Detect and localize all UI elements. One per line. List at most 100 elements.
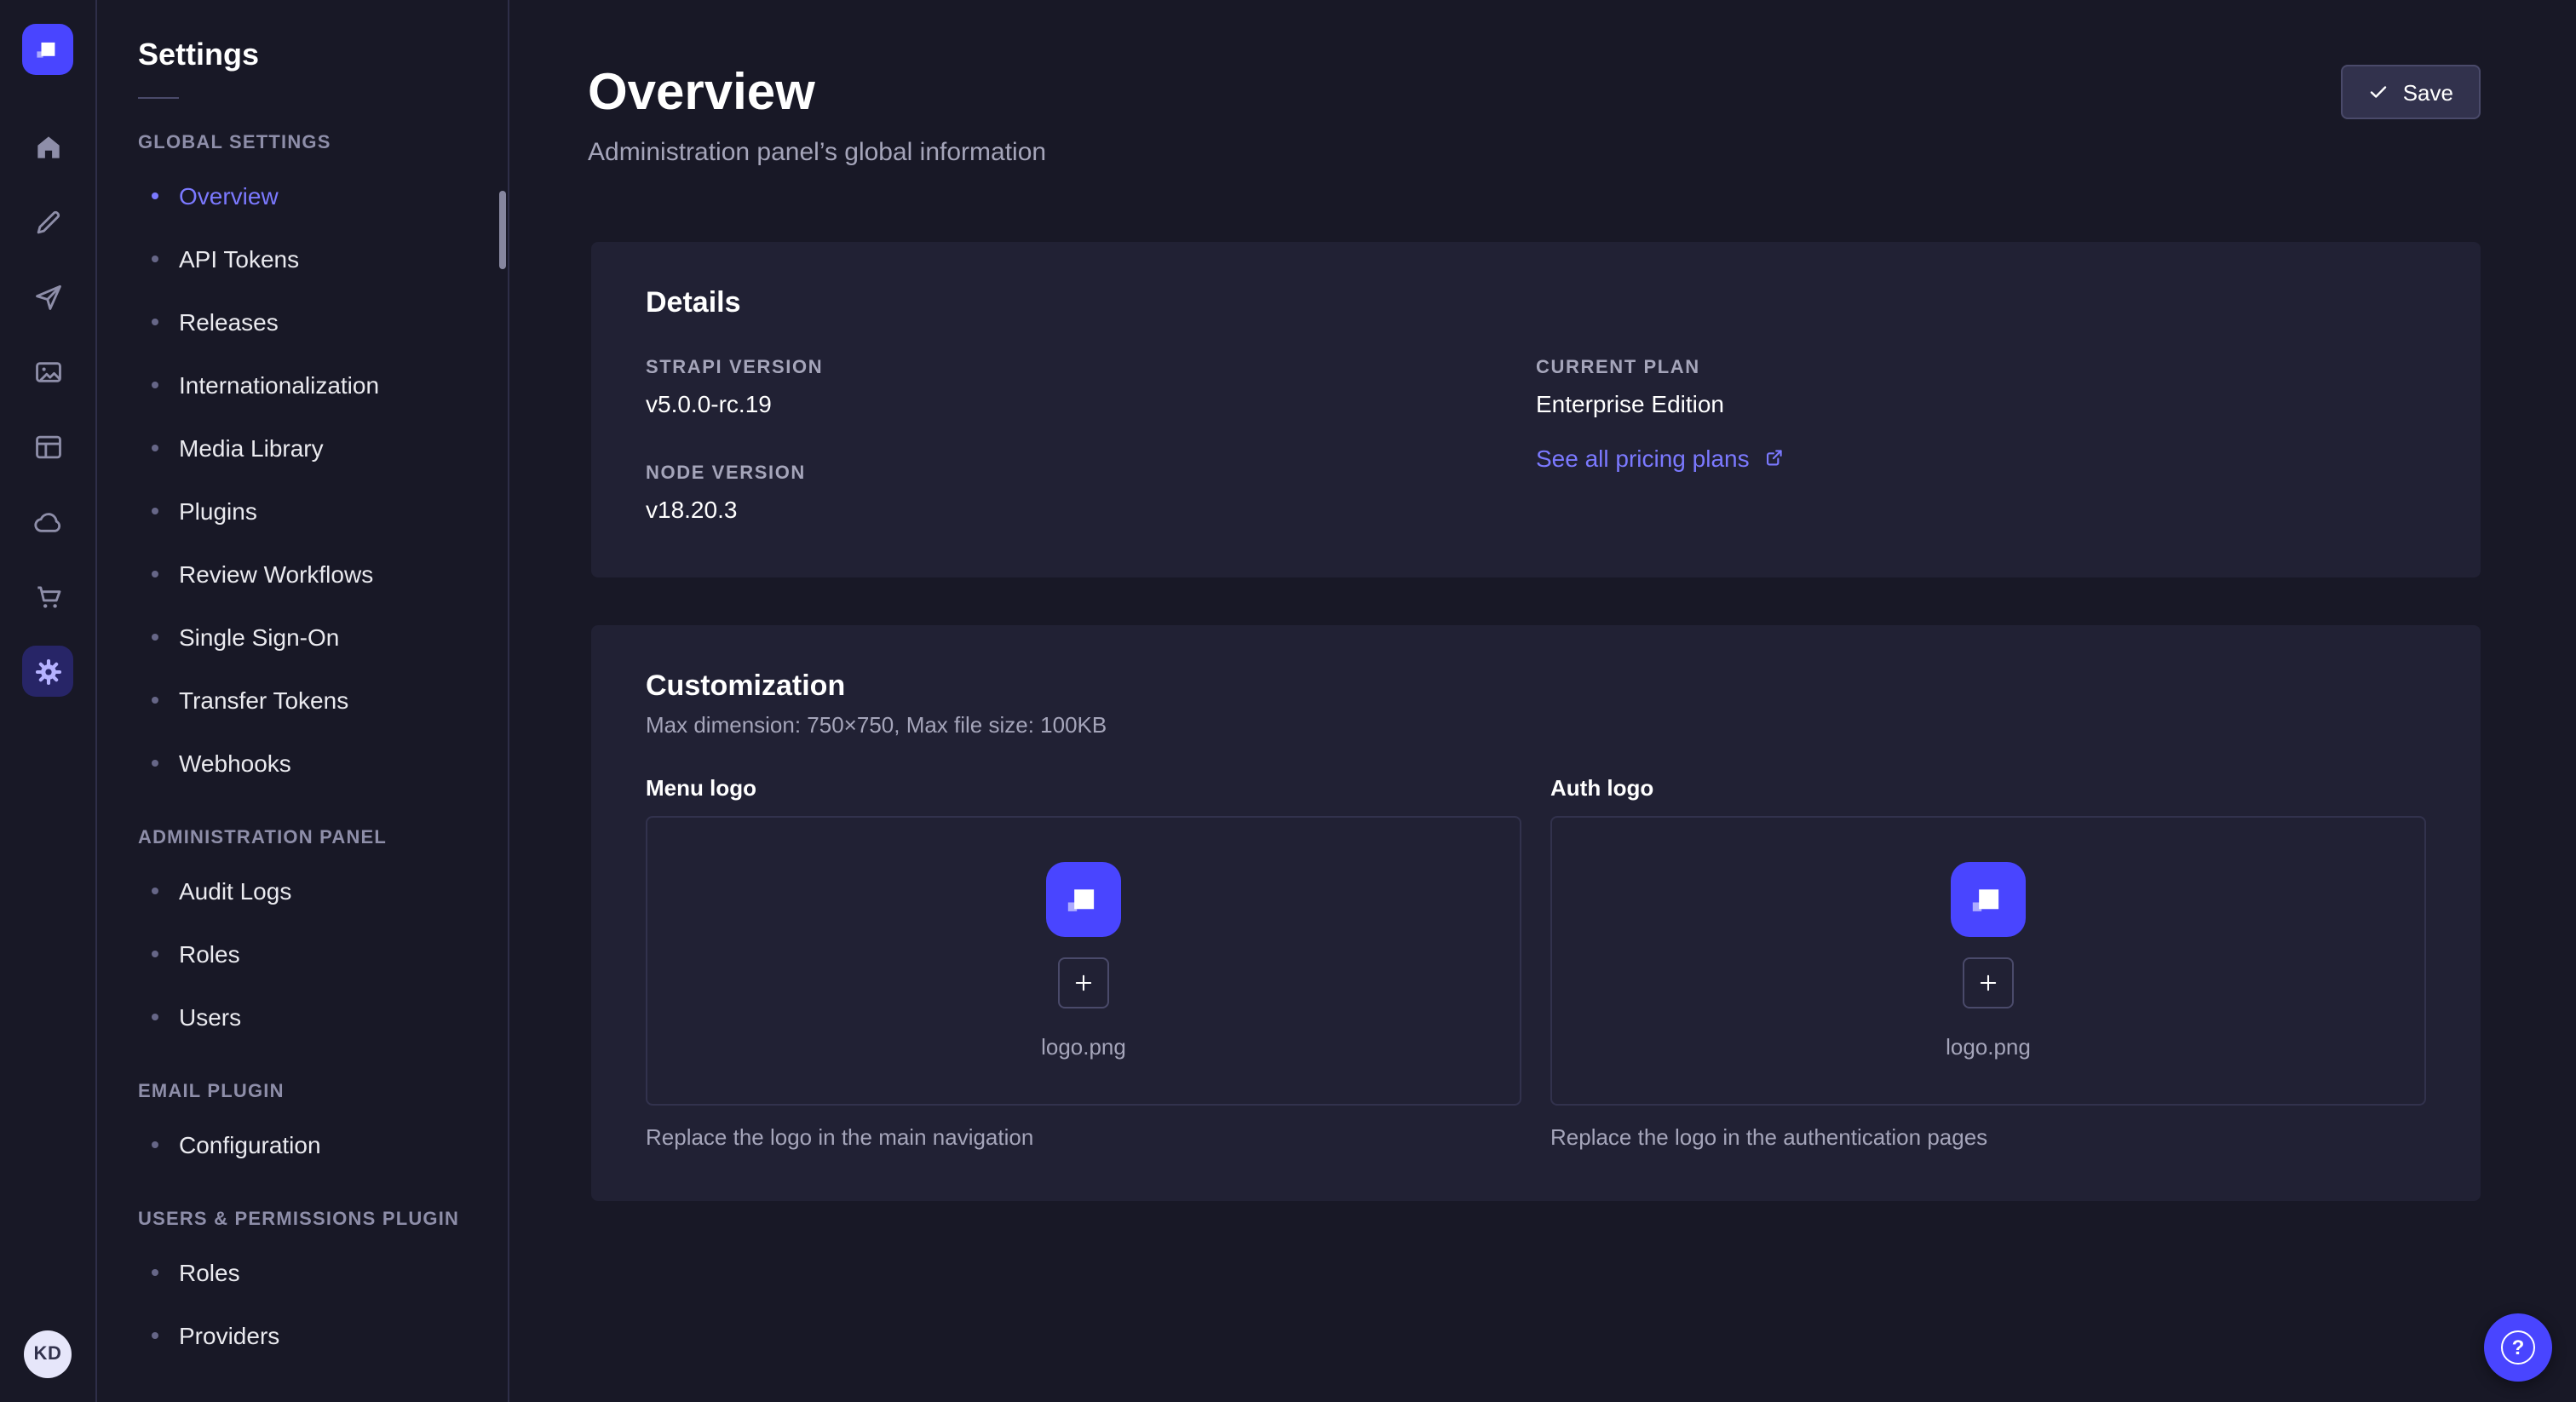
sidebar-item-api-tokens[interactable]: API Tokens [97, 227, 508, 290]
menu-logo-add-button[interactable] [1058, 957, 1109, 1008]
auth-logo-label: Auth logo [1550, 774, 2426, 800]
auth-logo-add-button[interactable] [1963, 957, 2014, 1008]
bullet-icon [152, 381, 158, 388]
bullet-icon [152, 696, 158, 703]
releases-nav-button[interactable] [14, 262, 82, 330]
customization-card-title: Customization [646, 669, 2426, 703]
cloud-nav-button[interactable] [14, 487, 82, 555]
auth-logo-caption: Replace the logo in the authentication p… [1550, 1123, 2426, 1149]
section-email-plugin: EMAIL PLUGIN [97, 1082, 508, 1102]
content-type-builder-nav-button[interactable] [14, 412, 82, 480]
auth-logo-dropzone[interactable]: logo.png [1550, 815, 2426, 1105]
bullet-icon [152, 318, 158, 325]
sidebar-item-audit-logs[interactable]: Audit Logs [97, 859, 508, 922]
sidebar-item-webhooks[interactable]: Webhooks [97, 731, 508, 794]
bullet-icon [152, 759, 158, 766]
sidebar-item-providers[interactable]: Providers [97, 1303, 508, 1366]
bullet-icon [152, 570, 158, 577]
pencil-icon [32, 205, 64, 238]
plus-icon [1072, 970, 1095, 994]
paper-plane-icon [32, 280, 64, 313]
sidebar-item-configuration[interactable]: Configuration [97, 1112, 508, 1175]
settings-nav-button[interactable] [14, 637, 82, 705]
bullet-icon [152, 192, 158, 198]
content-manager-nav-button[interactable] [14, 187, 82, 256]
details-card-title: Details [646, 285, 2426, 319]
auth-logo-column: Auth logo logo [1550, 774, 2426, 1149]
pricing-plans-link[interactable]: See all pricing plans [1536, 444, 1785, 471]
section-administration-panel: ADMINISTRATION PANEL [97, 828, 508, 848]
settings-subnav: Settings GLOBAL SETTINGS Overview API To… [97, 0, 509, 1402]
strapi-logo-icon [1061, 876, 1106, 921]
details-right-column: CURRENT PLAN Enterprise Edition See all … [1536, 357, 2426, 522]
sidebar-item-users[interactable]: Users [97, 985, 508, 1048]
menu-logo-filename: logo.png [1041, 1033, 1126, 1059]
strapi-logo[interactable] [22, 24, 73, 75]
menu-logo-dropzone[interactable]: logo.png [646, 815, 1521, 1105]
node-version-block: NODE VERSION v18.20.3 [646, 463, 1536, 522]
cloud-icon [32, 505, 64, 537]
menu-logo-preview [1046, 861, 1121, 936]
node-version-label: NODE VERSION [646, 463, 1536, 483]
help-button[interactable]: ? [2484, 1313, 2552, 1382]
menu-logo-caption: Replace the logo in the main navigation [646, 1123, 1521, 1149]
sidebar-item-single-sign-on[interactable]: Single Sign-On [97, 605, 508, 668]
home-icon [32, 130, 64, 163]
bullet-icon [152, 1141, 158, 1147]
customization-card: Customization Max dimension: 750×750, Ma… [591, 624, 2481, 1200]
sidebar-item-internationalization[interactable]: Internationalization [97, 353, 508, 416]
menu-logo-label: Menu logo [646, 774, 1521, 800]
page-subtitle: Administration panel’s global informatio… [588, 137, 1046, 166]
bullet-icon [152, 1331, 158, 1338]
icon-sidebar: KD [0, 0, 97, 1402]
sidebar-item-roles-up[interactable]: Roles [97, 1240, 508, 1303]
sidebar-item-media-library[interactable]: Media Library [97, 416, 508, 479]
gear-icon [32, 655, 64, 687]
auth-logo-filename: logo.png [1946, 1033, 2031, 1059]
marketplace-nav-button[interactable] [14, 562, 82, 630]
strapi-version-block: STRAPI VERSION v5.0.0-rc.19 [646, 357, 1536, 417]
bullet-icon [152, 1268, 158, 1275]
check-icon [2369, 82, 2389, 102]
current-plan-block: CURRENT PLAN Enterprise Edition [1536, 357, 2426, 417]
page-title: Overview [588, 65, 1046, 124]
sidebar-item-review-workflows[interactable]: Review Workflows [97, 542, 508, 605]
bullet-icon [152, 1013, 158, 1020]
customization-card-subtitle: Max dimension: 750×750, Max file size: 1… [646, 711, 2426, 737]
strapi-logo-icon [1966, 876, 2010, 921]
bullet-icon [152, 950, 158, 957]
strapi-version-value: v5.0.0-rc.19 [646, 389, 1536, 417]
sidebar-item-plugins[interactable]: Plugins [97, 479, 508, 542]
auth-logo-preview [1951, 861, 2026, 936]
page-header: Overview Administration panel’s global i… [588, 65, 2481, 166]
main-content: Overview Administration panel’s global i… [509, 0, 2576, 1402]
bullet-icon [152, 507, 158, 514]
sidebar-item-roles-admin[interactable]: Roles [97, 922, 508, 985]
logo-grid: Menu logo logo [646, 774, 2426, 1149]
media-library-nav-button[interactable] [14, 337, 82, 405]
save-button[interactable]: Save [2342, 65, 2481, 119]
plus-icon [1976, 970, 2000, 994]
settings-active-tile [22, 646, 73, 697]
user-avatar[interactable]: KD [24, 1330, 72, 1378]
subnav-title: Settings [138, 37, 467, 73]
section-users-permissions-plugin: USERS & PERMISSIONS PLUGIN [97, 1210, 508, 1230]
menu-logo-column: Menu logo logo [646, 774, 1521, 1149]
details-grid: STRAPI VERSION v5.0.0-rc.19 NODE VERSION… [646, 357, 2426, 522]
subnav-scrollbar[interactable] [499, 191, 506, 269]
question-mark-icon: ? [2501, 1330, 2535, 1365]
bullet-icon [152, 633, 158, 640]
subnav-divider [138, 97, 179, 99]
app-window: KD Settings GLOBAL SETTINGS Overview API… [0, 0, 2576, 1402]
bullet-icon [152, 887, 158, 893]
sidebar-item-releases[interactable]: Releases [97, 290, 508, 353]
strapi-version-label: STRAPI VERSION [646, 357, 1536, 377]
sidebar-item-overview[interactable]: Overview [97, 164, 508, 227]
bullet-icon [152, 255, 158, 261]
cart-icon [32, 580, 64, 612]
home-nav-button[interactable] [14, 112, 82, 181]
details-card: Details STRAPI VERSION v5.0.0-rc.19 NODE… [591, 241, 2481, 577]
sidebar-item-transfer-tokens[interactable]: Transfer Tokens [97, 668, 508, 731]
strapi-logo-icon [32, 34, 63, 65]
node-version-value: v18.20.3 [646, 495, 1536, 522]
